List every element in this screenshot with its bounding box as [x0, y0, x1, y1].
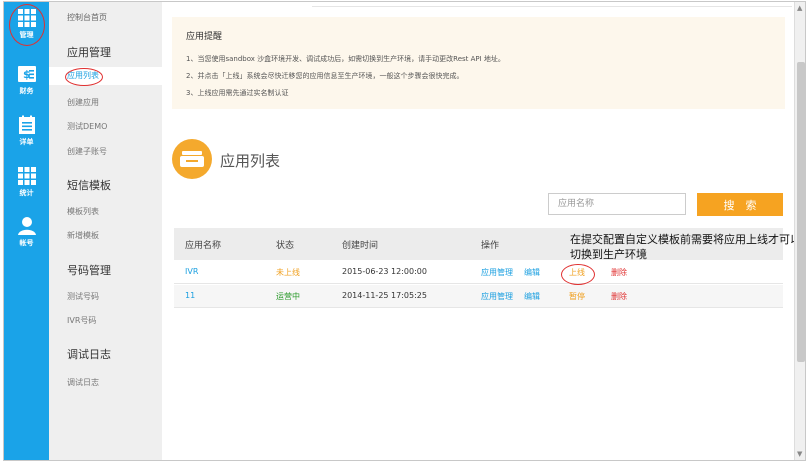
menu-item-debug-log[interactable]: 调试日志: [67, 377, 99, 388]
scroll-down-icon[interactable]: ▼: [797, 450, 802, 458]
rail-label: 详单: [19, 138, 34, 146]
manage-app-link[interactable]: 应用管理: [481, 267, 513, 278]
notice-line: 1、当您使用sandbox 沙盒环境开发、调试成功后，如需切换到生产环境，请手动…: [186, 55, 505, 63]
vertical-scrollbar[interactable]: ▲ ▼: [794, 2, 805, 460]
table-row: IVR 未上线 2015-06-23 12:00:00 应用管理 编辑 上线 删…: [174, 261, 783, 284]
scroll-up-icon[interactable]: ▲: [797, 4, 802, 12]
menu-section-number: 号码管理: [67, 264, 111, 277]
delete-link[interactable]: 删除: [611, 291, 627, 302]
search-button[interactable]: 搜 索: [697, 193, 783, 216]
menu-item-create-app[interactable]: 创建应用: [67, 97, 99, 108]
created-time: 2015-06-23 12:00:00: [342, 267, 427, 276]
search-input[interactable]: [548, 193, 686, 215]
column-header-actions: 操作: [481, 241, 500, 251]
edit-link[interactable]: 编辑: [524, 291, 540, 302]
table-row: 11 运营中 2014-11-25 17:05:25 应用管理 编辑 暂停 删除: [174, 285, 783, 308]
menu-section-app: 应用管理: [67, 46, 111, 59]
finance-icon: $: [17, 66, 36, 82]
notice-line: 3、上线应用需先通过实名制认证: [186, 89, 289, 97]
notice-panel: 应用提醒 1、当您使用sandbox 沙盒环境开发、调试成功后，如需切换到生产环…: [172, 17, 785, 109]
status-text: 运营中: [276, 292, 300, 301]
console-window: 管理 $ 财务 详单 统计 帐号 控制台首页 应用管理 应用列表 创建应用 测试…: [3, 1, 806, 461]
column-header-status: 状态: [276, 241, 295, 251]
status-text: 未上线: [276, 268, 300, 277]
rail-item-detail[interactable]: 详单: [4, 115, 49, 167]
main-content: 应用提醒 1、当您使用sandbox 沙盒环境开发、调试成功后，如需切换到生产环…: [162, 2, 801, 460]
rail-item-stats[interactable]: 统计: [4, 166, 49, 218]
scrollbar-thumb[interactable]: [797, 62, 805, 362]
list-icon: [18, 115, 35, 134]
app-name-link[interactable]: 11: [185, 291, 195, 300]
highlight-circle: [561, 264, 595, 285]
rail-item-finance[interactable]: $ 财务: [4, 64, 49, 116]
menu-item-add-template[interactable]: 新增模板: [67, 230, 99, 241]
page-title: 应用列表: [220, 152, 281, 170]
created-time: 2014-11-25 17:05:25: [342, 291, 427, 300]
pause-link[interactable]: 暂停: [569, 291, 585, 302]
app-name-link[interactable]: IVR: [185, 267, 198, 276]
edit-link[interactable]: 编辑: [524, 267, 540, 278]
delete-link[interactable]: 删除: [611, 267, 627, 278]
app-list-icon: [172, 139, 212, 179]
side-menu: 控制台首页 应用管理 应用列表 创建应用 测试DEMO 创建子账号 短信模板 模…: [49, 2, 162, 460]
menu-section-debug: 调试日志: [67, 348, 111, 361]
rail-label: 统计: [19, 189, 34, 197]
menu-item-ivr-number[interactable]: IVR号码: [67, 315, 96, 326]
manage-app-link[interactable]: 应用管理: [481, 291, 513, 302]
column-header-created: 创建时间: [342, 241, 379, 251]
menu-item-template-list[interactable]: 模板列表: [67, 206, 99, 217]
menu-item-test-number[interactable]: 测试号码: [67, 291, 99, 302]
rail-item-account[interactable]: 帐号: [4, 216, 49, 268]
highlight-circle: [9, 4, 45, 46]
annotation-note: 在提交配置自定义模板前需要将应用上线才可以切换到生产环境: [570, 233, 801, 261]
stats-icon: [17, 167, 36, 185]
menu-item-demo[interactable]: 测试DEMO: [67, 121, 107, 132]
icon-rail: 管理 $ 财务 详单 统计 帐号: [4, 2, 49, 460]
divider: [312, 6, 792, 7]
notice-title: 应用提醒: [186, 32, 223, 42]
notice-line: 2、并点击「上线」系统会尽快迁移您的应用信息至生产环境，一般这个步骤会很快完成。: [186, 72, 464, 80]
rail-label: 财务: [19, 87, 34, 95]
menu-item-sub-account[interactable]: 创建子账号: [67, 146, 107, 157]
rail-label: 帐号: [19, 239, 34, 247]
user-icon: [17, 217, 36, 235]
column-header-name: 应用名称: [185, 241, 222, 251]
menu-section-sms: 短信模板: [67, 179, 111, 192]
highlight-circle: [65, 68, 103, 86]
menu-console-home[interactable]: 控制台首页: [67, 12, 107, 23]
